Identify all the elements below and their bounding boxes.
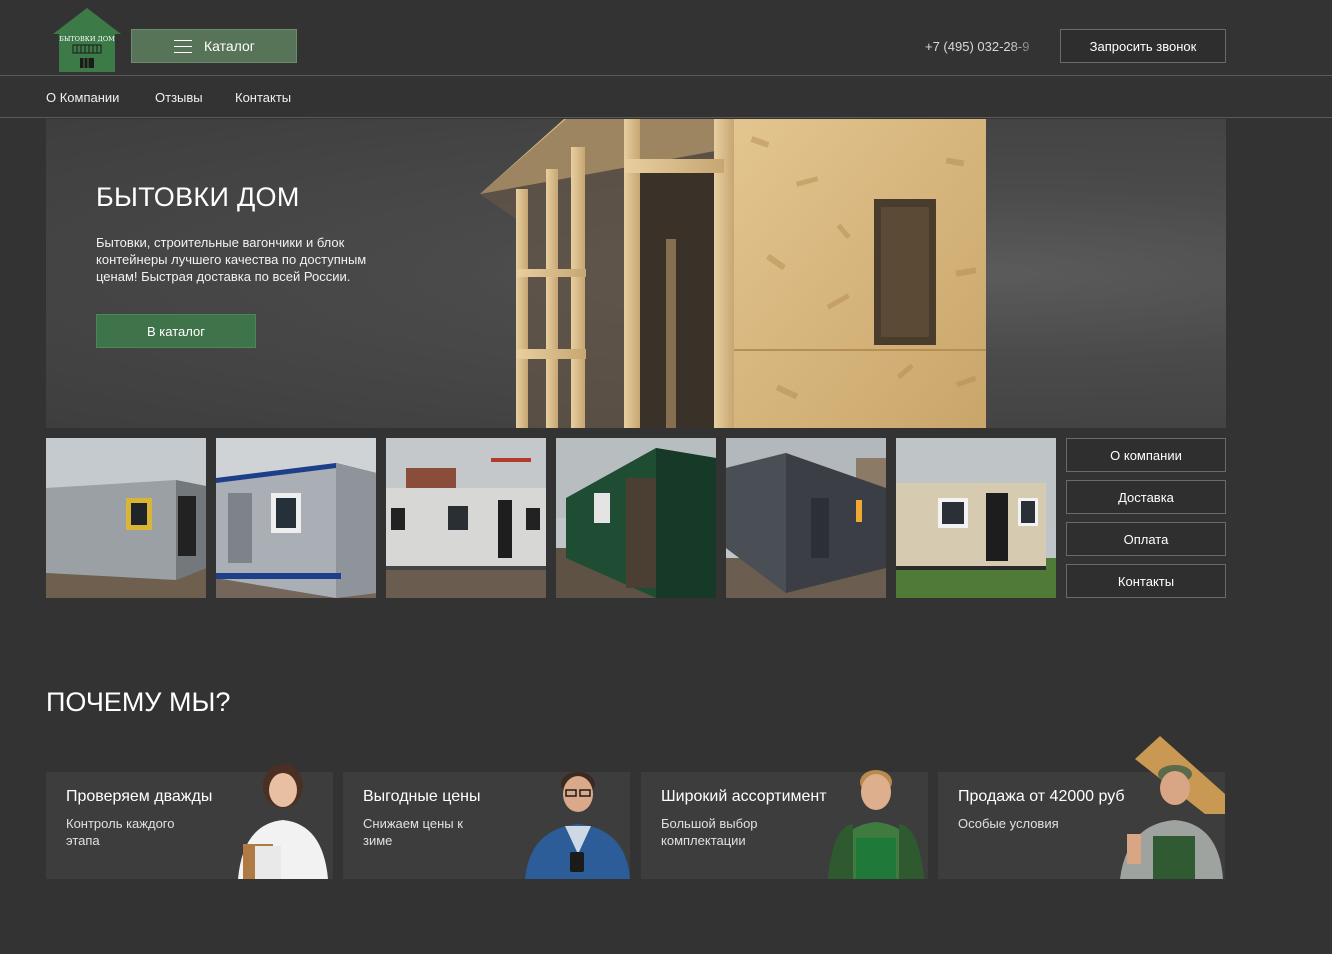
side-delivery-button[interactable]: Доставка <box>1066 480 1226 514</box>
worker-in-overalls-image <box>828 770 924 879</box>
advantage-card-quality: Проверяем дважды Контроль каждого этапа <box>46 764 333 879</box>
man-with-phone-image <box>525 772 630 879</box>
site-logo[interactable]: БЫТОВКИ ДОМ <box>53 8 121 72</box>
to-catalog-button[interactable]: В каталог <box>96 314 256 348</box>
menu-icon <box>174 40 192 53</box>
card-text: Контроль каждого этапа <box>66 816 175 848</box>
woman-with-folder-image <box>238 764 328 879</box>
thumbnail-container-beige[interactable] <box>896 438 1056 598</box>
container-green-image <box>556 438 716 598</box>
hero-title: БЫТОВКИ ДОМ <box>96 182 300 212</box>
advantage-card-assortment: Широкий ассортимент Большой выбор компле… <box>641 770 928 879</box>
container-silver-blue-image <box>216 438 376 598</box>
catalog-label: Каталог <box>204 38 255 54</box>
catalog-button[interactable]: Каталог <box>131 29 297 63</box>
side-about-button[interactable]: О компании <box>1066 438 1226 472</box>
why-us-title: ПОЧЕМУ МЫ? <box>46 687 231 717</box>
top-header: БЫТОВКИ ДОМ Каталог +7 (495) 032-28-9 За… <box>0 0 1332 76</box>
thumbnail-container-silver-blue[interactable] <box>216 438 376 598</box>
thumbnail-container-white[interactable] <box>386 438 546 598</box>
main-nav: О Компании Отзывы Контакты <box>0 77 1332 118</box>
thumbnail-container-dark[interactable] <box>726 438 886 598</box>
card-text: Большой выбор комплектации <box>661 816 758 848</box>
container-white-image <box>386 438 546 598</box>
logo-house-icon: БЫТОВКИ ДОМ <box>53 8 121 72</box>
nav-item-contacts[interactable]: Контакты <box>235 90 291 105</box>
hero-description: Бытовки, строительные вагончики и блок к… <box>96 235 367 284</box>
svg-text:БЫТОВКИ ДОМ: БЫТОВКИ ДОМ <box>59 35 115 43</box>
card-title: Широкий ассортимент <box>661 788 827 805</box>
worker-with-lumber-image <box>1120 736 1225 879</box>
hero-banner: БЫТОВКИ ДОМ Бытовки, строительные вагонч… <box>46 119 1226 428</box>
phone-number[interactable]: +7 (495) 032-28-9 <box>925 39 1045 54</box>
advantage-card-prices: Выгодные цены Снижаем цены к зиме <box>343 772 630 879</box>
card-text: Особые условия <box>958 816 1059 831</box>
advantage-card-price-from: Продажа от 42000 руб Особые условия <box>938 736 1225 879</box>
side-payment-button[interactable]: Оплата <box>1066 522 1226 556</box>
card-title: Проверяем дважды <box>66 788 213 805</box>
wooden-cabin-image <box>480 119 986 428</box>
card-title: Продажа от 42000 руб <box>958 788 1125 805</box>
nav-item-reviews[interactable]: Отзывы <box>155 90 203 105</box>
container-dark-image <box>726 438 886 598</box>
side-contacts-button[interactable]: Контакты <box>1066 564 1226 598</box>
request-call-button[interactable]: Запросить звонок <box>1060 29 1226 63</box>
card-text: Снижаем цены к зиме <box>363 816 463 848</box>
card-title: Выгодные цены <box>363 788 481 805</box>
nav-item-about[interactable]: О Компании <box>46 90 119 105</box>
thumbnail-container-green[interactable] <box>556 438 716 598</box>
container-beige-image <box>896 438 1056 598</box>
thumbnail-container-gray[interactable] <box>46 438 206 598</box>
container-gray-image <box>46 438 206 598</box>
